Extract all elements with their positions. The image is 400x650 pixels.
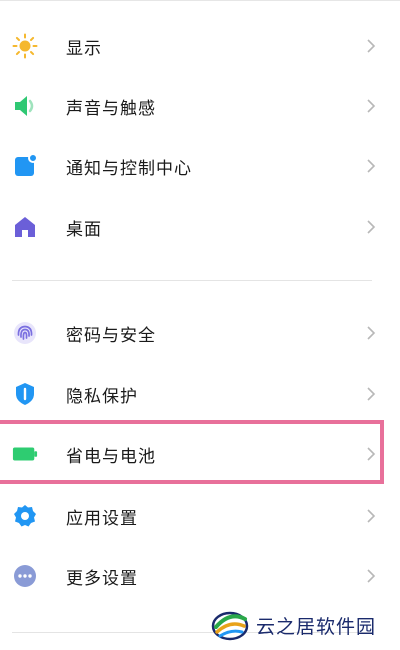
fingerprint-icon	[12, 320, 38, 346]
settings-item-label: 应用设置	[66, 508, 138, 529]
settings-item-label: 显示	[66, 38, 102, 59]
settings-item-app-settings[interactable]: 应用设置	[0, 488, 400, 544]
settings-item-sound[interactable]: 声音与触感	[0, 78, 400, 134]
settings-item-display[interactable]: 显示	[0, 18, 400, 74]
chevron-right-icon	[364, 156, 378, 176]
highlight-frame	[0, 420, 384, 484]
chevron-right-icon	[364, 506, 378, 526]
top-divider	[0, 0, 400, 1]
gear-icon	[12, 503, 38, 529]
chevron-right-icon	[364, 323, 378, 343]
chevron-right-icon	[364, 566, 378, 586]
settings-item-notifications[interactable]: 通知与控制中心	[0, 138, 400, 194]
settings-item-label: 通知与控制中心	[66, 158, 192, 179]
watermark: 云之居软件园	[210, 600, 400, 650]
chevron-right-icon	[364, 96, 378, 116]
settings-item-more-settings[interactable]: 更多设置	[0, 548, 400, 604]
section-divider	[12, 280, 372, 281]
settings-item-desktop[interactable]: 桌面	[0, 199, 400, 255]
watermark-logo-icon	[211, 611, 249, 641]
sun-icon	[12, 33, 38, 59]
settings-item-label: 更多设置	[66, 568, 138, 589]
settings-item-password-security[interactable]: 密码与安全	[0, 305, 400, 361]
notification-icon	[12, 153, 38, 179]
privacy-shield-icon	[12, 381, 38, 407]
settings-item-label: 桌面	[66, 219, 102, 240]
more-dots-icon	[12, 563, 38, 589]
settings-item-label: 声音与触感	[66, 98, 156, 119]
settings-item-privacy[interactable]: 隐私保护	[0, 366, 400, 422]
watermark-text: 云之居软件园	[256, 615, 377, 638]
chevron-right-icon	[364, 217, 378, 237]
speaker-icon	[12, 93, 38, 119]
settings-item-label: 隐私保护	[66, 386, 138, 407]
chevron-right-icon	[364, 384, 378, 404]
settings-item-label: 密码与安全	[66, 325, 156, 346]
chevron-right-icon	[364, 36, 378, 56]
home-icon	[12, 214, 38, 240]
